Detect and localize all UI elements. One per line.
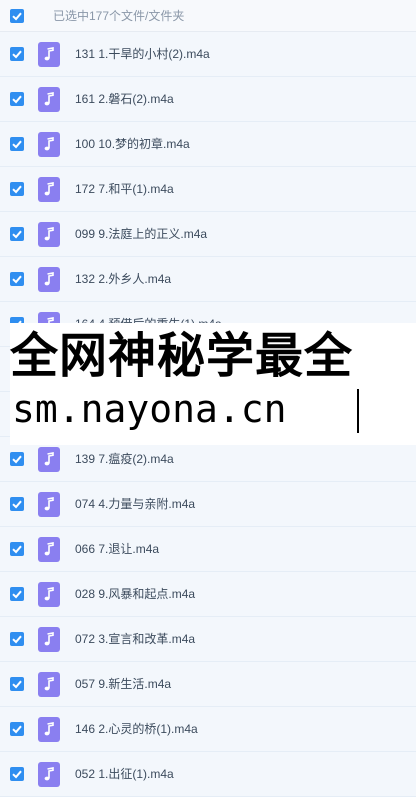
file-name: 100 10.梦的初章.m4a <box>75 137 190 151</box>
file-row[interactable]: 028 9.风暴和起点.m4a <box>0 572 416 617</box>
check-icon <box>12 635 22 644</box>
check-icon <box>12 275 22 284</box>
row-checkbox[interactable] <box>10 722 24 736</box>
audio-file-icon <box>38 582 60 607</box>
file-row[interactable]: 057 9.新生活.m4a <box>0 662 416 707</box>
file-row[interactable]: 131 1.干旱的小村(2).m4a <box>0 32 416 77</box>
audio-file-icon <box>38 627 60 652</box>
file-row[interactable]: 100 10.梦的初章.m4a <box>0 122 416 167</box>
check-icon <box>12 140 22 149</box>
file-name: 074 4.力量与亲附.m4a <box>75 497 196 511</box>
row-checkbox[interactable] <box>10 227 24 241</box>
check-icon <box>12 500 22 509</box>
audio-file-icon <box>38 132 60 157</box>
file-row[interactable]: 099 9.法庭上的正义.m4a <box>0 212 416 257</box>
row-checkbox[interactable] <box>10 587 24 601</box>
check-icon <box>12 590 22 599</box>
audio-file-icon <box>38 267 60 292</box>
file-name: 161 2.磐石(2).m4a <box>75 92 174 106</box>
file-row[interactable]: 146 2.心灵的桥(1).m4a <box>0 707 416 752</box>
row-checkbox[interactable] <box>10 182 24 196</box>
file-name: 052 1.出征(1).m4a <box>75 767 174 781</box>
watermark-title: 全网神秘学最全 <box>10 328 354 384</box>
row-checkbox[interactable] <box>10 767 24 781</box>
row-checkbox[interactable] <box>10 542 24 556</box>
selection-count-text: 已选中177个文件/文件夹 <box>53 9 185 23</box>
check-icon <box>12 95 22 104</box>
select-all-checkbox[interactable] <box>10 9 24 23</box>
check-icon <box>12 680 22 689</box>
audio-file-icon <box>38 537 60 562</box>
file-name: 066 7.退让.m4a <box>75 542 160 556</box>
watermark-url: sm.nayona.cn <box>12 387 287 431</box>
audio-file-icon <box>38 492 60 517</box>
file-name: 146 2.心灵的桥(1).m4a <box>75 722 198 736</box>
selection-header: 已选中177个文件/文件夹 <box>0 0 416 32</box>
watermark-overlay: 全网神秘学最全 sm.nayona.cn <box>10 323 416 445</box>
audio-file-icon <box>38 177 60 202</box>
audio-file-icon <box>38 222 60 247</box>
file-name: 099 9.法庭上的正义.m4a <box>75 227 208 241</box>
file-row[interactable]: 132 2.外乡人.m4a <box>0 257 416 302</box>
file-name: 072 3.宣言和改革.m4a <box>75 632 196 646</box>
check-icon <box>12 770 22 779</box>
file-name: 139 7.瘟疫(2).m4a <box>75 452 174 466</box>
audio-file-icon <box>38 717 60 742</box>
row-checkbox[interactable] <box>10 677 24 691</box>
file-name: 028 9.风暴和起点.m4a <box>75 587 196 601</box>
file-row[interactable]: 172 7.和平(1).m4a <box>0 167 416 212</box>
check-icon <box>12 455 22 464</box>
file-row[interactable]: 052 1.出征(1).m4a <box>0 752 416 797</box>
check-icon <box>12 545 22 554</box>
file-row[interactable]: 066 7.退让.m4a <box>0 527 416 572</box>
check-icon <box>12 725 22 734</box>
row-checkbox[interactable] <box>10 47 24 61</box>
file-name: 132 2.外乡人.m4a <box>75 272 172 286</box>
file-row[interactable]: 072 3.宣言和改革.m4a <box>0 617 416 662</box>
check-icon <box>12 185 22 194</box>
check-icon <box>12 12 22 21</box>
audio-file-icon <box>38 42 60 67</box>
row-checkbox[interactable] <box>10 92 24 106</box>
row-checkbox[interactable] <box>10 632 24 646</box>
audio-file-icon <box>38 87 60 112</box>
row-checkbox[interactable] <box>10 452 24 466</box>
file-name: 057 9.新生活.m4a <box>75 677 172 691</box>
check-icon <box>12 230 22 239</box>
audio-file-icon <box>38 672 60 697</box>
audio-file-icon <box>38 447 60 472</box>
file-row[interactable]: 074 4.力量与亲附.m4a <box>0 482 416 527</box>
row-checkbox[interactable] <box>10 137 24 151</box>
row-checkbox[interactable] <box>10 272 24 286</box>
check-icon <box>12 50 22 59</box>
text-cursor <box>357 389 359 433</box>
audio-file-icon <box>38 762 60 787</box>
file-row[interactable]: 161 2.磐石(2).m4a <box>0 77 416 122</box>
file-name: 131 1.干旱的小村(2).m4a <box>75 47 210 61</box>
file-name: 172 7.和平(1).m4a <box>75 182 174 196</box>
row-checkbox[interactable] <box>10 497 24 511</box>
